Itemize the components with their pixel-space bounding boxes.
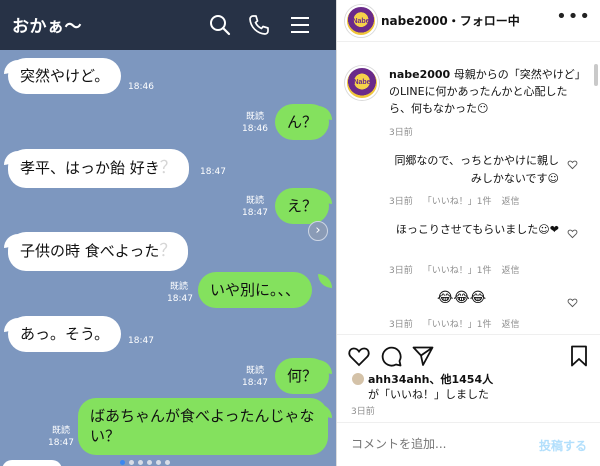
- message-time: 18:46: [128, 82, 154, 92]
- comment-meta: 3日前 「いいね！」1件 返信: [389, 263, 529, 276]
- bubble-tail: [318, 274, 332, 288]
- read-receipt: 既読: [170, 282, 189, 292]
- message-bubble-incoming[interactable]: 子供の時 食べよった？: [8, 232, 189, 271]
- message-bubble-incoming[interactable]: 孝平、はっか飴 好き？: [8, 149, 189, 188]
- comment-likes[interactable]: 「いいね！」1件: [423, 197, 492, 207]
- reply-link[interactable]: 返信: [501, 197, 519, 207]
- comment-likes[interactable]: 「いいね！」1件: [423, 320, 492, 330]
- page-dot: [156, 460, 161, 465]
- caption-time: 3日前: [389, 128, 413, 138]
- message-text: 子供の時 食べよった: [20, 242, 160, 260]
- phone-icon[interactable]: [247, 13, 271, 37]
- search-icon[interactable]: [208, 13, 232, 37]
- bookmark-icon[interactable]: [567, 344, 591, 368]
- post-comment-button[interactable]: 投稿する: [539, 437, 587, 454]
- post-action-bar: [337, 334, 600, 374]
- comments-scrollbar[interactable]: [594, 64, 598, 86]
- emoji-question-mark: ？: [159, 158, 177, 178]
- reply-link[interactable]: 返信: [501, 266, 519, 276]
- post-author[interactable]: nabe2000・フォロー中: [381, 12, 520, 29]
- page-dot: [165, 460, 170, 465]
- page-dot: [138, 460, 143, 465]
- comment-meta: 3日前 「いいね！」1件 返信: [389, 317, 529, 330]
- message-time: 18:46: [242, 124, 268, 134]
- avatar[interactable]: Nabe: [345, 5, 377, 37]
- heart-outline-icon[interactable]: [567, 297, 578, 308]
- comment-meta: 3日前 「いいね！」1件 返信: [389, 194, 529, 207]
- avatar-logo-text: Nabe: [353, 79, 371, 87]
- share-icon[interactable]: [411, 344, 435, 368]
- likes-count[interactable]: 他1454人: [440, 373, 493, 386]
- comment-input[interactable]: [351, 437, 521, 451]
- message-time: 18:47: [242, 208, 268, 218]
- page-dot: [147, 460, 152, 465]
- post-caption: nabe2000 母親からの「突然やけど」のLINEに何かあったんかと心配したら…: [389, 66, 589, 117]
- comment-text: 同郷なので、っちとかやけに親しみしかないです☺: [394, 154, 559, 185]
- message-time: 18:47: [48, 438, 74, 448]
- caption-username[interactable]: nabe2000: [389, 68, 450, 81]
- message-bubble-outgoing[interactable]: え？: [275, 188, 330, 225]
- message-bubble-outgoing[interactable]: 何？: [275, 358, 330, 395]
- comment-time: 3日前: [389, 320, 413, 330]
- comment-likes[interactable]: 「いいね！」1件: [423, 266, 492, 276]
- comment-time: 3日前: [389, 197, 413, 207]
- heart-outline-icon[interactable]: [567, 228, 578, 239]
- more-options-icon[interactable]: •••: [556, 6, 591, 27]
- page-dot: [129, 460, 134, 465]
- message-bubble-incoming[interactable]: あっ。そう。: [8, 316, 122, 353]
- instagram-panel: Nabe nabe2000・フォロー中 ••• Nabe nabe2000 母親…: [336, 0, 600, 466]
- line-chat-panel: おかぁ〜 突然やけど。 18:46 既読 18:46 ん？ 孝平、はっか飴 好き…: [0, 0, 336, 466]
- liker-avatar: [351, 372, 365, 386]
- comment-time: 3日前: [389, 266, 413, 276]
- heart-outline-icon[interactable]: [567, 159, 578, 170]
- post-date: 3日前: [351, 407, 375, 417]
- bubble-partial: [2, 460, 62, 466]
- post-header: Nabe nabe2000・フォロー中 •••: [337, 0, 600, 42]
- username[interactable]: nabe2000: [381, 14, 448, 28]
- liker-username[interactable]: ahh34ahh、: [368, 373, 440, 386]
- message-bubble-outgoing[interactable]: ばあちゃんが食べよったんじゃない？: [78, 398, 328, 455]
- message-bubble-outgoing[interactable]: いや別に。、、: [198, 272, 313, 309]
- comment-bar: 投稿する: [337, 422, 600, 466]
- reply-link[interactable]: 返信: [501, 320, 519, 330]
- heart-icon[interactable]: [347, 344, 371, 368]
- page-dot: [120, 460, 125, 465]
- likes-summary: ahh34ahh、他1454人 が「いいね！」しました: [351, 372, 493, 402]
- comment-text: ほっこりさせてもらいました☺❤: [395, 223, 559, 236]
- menu-icon[interactable]: [288, 13, 312, 37]
- message-text: 孝平、はっか飴 好き: [20, 159, 160, 177]
- message-time: 18:47: [200, 167, 226, 177]
- page-indicator: [120, 450, 174, 466]
- comment-text: 😂😂😂: [437, 290, 487, 306]
- message-time: 18:47: [167, 294, 193, 304]
- avatar-logo-text: Nabe: [352, 17, 370, 25]
- read-receipt: 既読: [246, 112, 265, 122]
- chat-header: おかぁ〜: [0, 0, 336, 50]
- likes-suffix: が「いいね！」しました: [368, 388, 489, 401]
- message-time: 18:47: [242, 378, 268, 388]
- message-bubble-outgoing[interactable]: ん？: [275, 104, 330, 141]
- read-receipt: 既読: [246, 366, 265, 376]
- caption-avatar[interactable]: Nabe: [345, 66, 379, 100]
- scroll-right-button[interactable]: ›: [308, 221, 328, 241]
- read-receipt: 既読: [52, 426, 71, 436]
- follow-status[interactable]: ・フォロー中: [448, 14, 520, 28]
- chat-title: おかぁ〜: [12, 17, 82, 37]
- message-time: 18:47: [128, 336, 154, 346]
- read-receipt: 既読: [246, 196, 265, 206]
- emoji-question-mark: ？: [159, 241, 177, 261]
- message-bubble-incoming[interactable]: 突然やけど。: [8, 58, 122, 95]
- comment-icon[interactable]: [379, 344, 403, 368]
